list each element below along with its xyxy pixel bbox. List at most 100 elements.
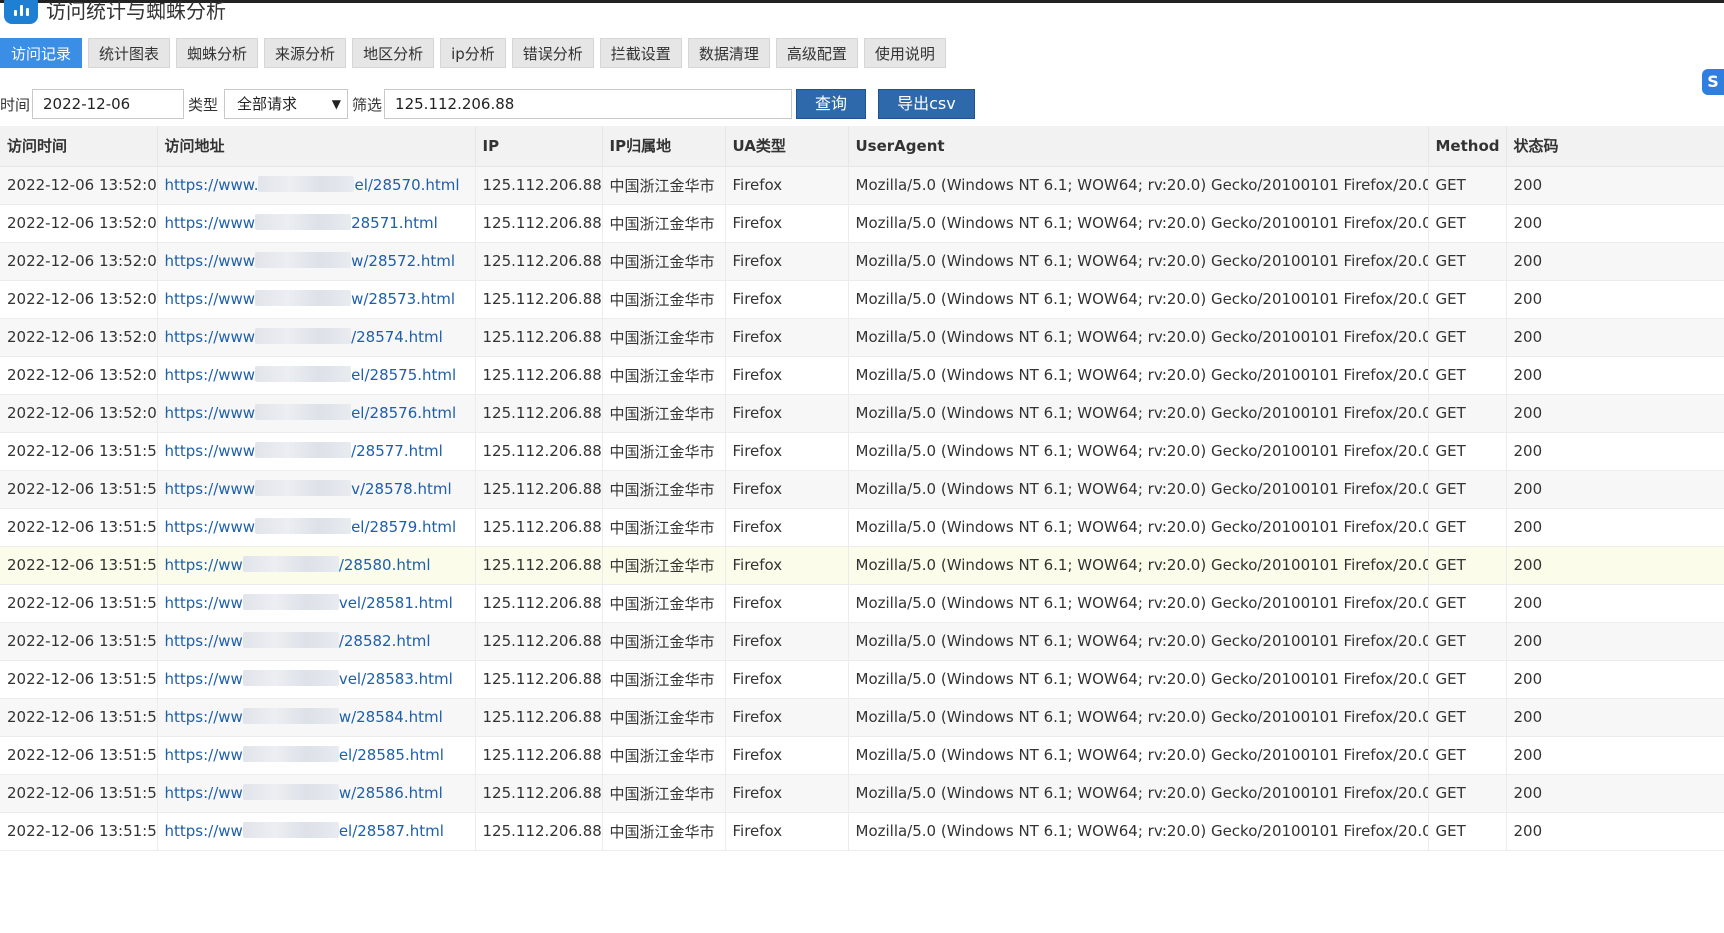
url-suffix: el/28576.html xyxy=(351,404,457,422)
tab-1[interactable]: 统计图表 xyxy=(88,38,171,68)
table-row[interactable]: 2022-12-06 13:52:05 https://www. el/28570.… xyxy=(0,166,1724,205)
ip-cell: 125.112.206.88 xyxy=(475,546,603,585)
export-csv-button[interactable]: 导出csv xyxy=(878,89,975,119)
column-header[interactable]: IP归属地 xyxy=(602,126,726,167)
table-row[interactable]: 2022-12-06 13:52:00 https://www el/28576.h… xyxy=(0,394,1724,433)
tab-2[interactable]: 蜘蛛分析 xyxy=(176,38,259,68)
table-row[interactable]: 2022-12-06 13:52:03 https://www w/28572.ht… xyxy=(0,242,1724,281)
tab-5[interactable]: ip分析 xyxy=(440,38,506,68)
url-suffix: v/28578.html xyxy=(351,480,452,498)
url-link[interactable]: https://www el/28576.html xyxy=(165,404,457,422)
url-link[interactable]: https://www. el/28570.html xyxy=(165,176,460,194)
time-cell: 2022-12-06 13:52:01 xyxy=(0,356,158,395)
column-header[interactable]: UserAgent xyxy=(848,126,1429,167)
ua-type-cell: Firefox xyxy=(725,774,849,813)
table-row[interactable]: 2022-12-06 13:51:58 https://www v/28578.ht… xyxy=(0,470,1724,509)
table-row[interactable]: 2022-12-06 13:51:56 https://ww vel/28581.h… xyxy=(0,584,1724,623)
location-cell: 中国浙江金华市 xyxy=(602,698,726,737)
ua-type-cell: Firefox xyxy=(725,812,849,851)
ip-cell: 125.112.206.88 xyxy=(475,774,603,813)
table-row[interactable]: 2022-12-06 13:52:02 https://www w/28573.ht… xyxy=(0,280,1724,319)
url-cell: https://www v/28578.html xyxy=(157,470,476,509)
location-cell: 中国浙江金华市 xyxy=(602,242,726,281)
tab-6[interactable]: 错误分析 xyxy=(511,38,594,68)
table-row[interactable]: 2022-12-06 13:51:57 https://ww/28580.html… xyxy=(0,546,1724,585)
url-link[interactable]: https://www w/28572.html xyxy=(165,252,455,270)
location-cell: 中国浙江金华市 xyxy=(602,546,726,585)
tab-3[interactable]: 来源分析 xyxy=(264,38,347,68)
ip-cell: 125.112.206.88 xyxy=(475,584,603,623)
redacted-url-segment xyxy=(242,632,339,648)
user-agent-cell: Mozilla/5.0 (Windows NT 6.1; WOW64; rv:2… xyxy=(848,622,1429,661)
url-link[interactable]: https://ww/28580.html xyxy=(165,556,431,574)
ua-type-cell: Firefox xyxy=(725,698,849,737)
url-link[interactable]: https://ww el/28587.html xyxy=(165,822,444,840)
url-cell: https://www/28574.html xyxy=(157,318,476,357)
table-row[interactable]: 2022-12-06 13:52:01 https://www el/28575.h… xyxy=(0,356,1724,395)
ip-cell: 125.112.206.88 xyxy=(475,356,603,395)
location-cell: 中国浙江金华市 xyxy=(602,394,726,433)
method-cell: GET xyxy=(1428,584,1507,623)
url-link[interactable]: https://ww/28582.html xyxy=(165,632,431,650)
column-header[interactable]: IP xyxy=(475,126,603,167)
table-row[interactable]: 2022-12-06 13:52:04 https://www 28571.html… xyxy=(0,204,1724,243)
column-header[interactable]: 访问地址 xyxy=(157,126,476,167)
ip-cell: 125.112.206.88 xyxy=(475,432,603,471)
column-header[interactable]: UA类型 xyxy=(725,126,849,167)
filter-input[interactable]: 125.112.206.88 xyxy=(384,89,793,119)
column-header[interactable]: Method xyxy=(1428,126,1507,167)
table-row[interactable]: 2022-12-06 13:51:53 https://ww el/28585.ht… xyxy=(0,736,1724,775)
query-button[interactable]: 查询 xyxy=(796,89,867,119)
table-row[interactable]: 2022-12-06 13:51:54 https://ww vel/28583.h… xyxy=(0,660,1724,699)
tab-0[interactable]: 访问记录 xyxy=(0,38,83,68)
tab-10[interactable]: 使用说明 xyxy=(863,38,946,68)
url-link[interactable]: https://www el/28575.html xyxy=(165,366,456,384)
table-row[interactable]: 2022-12-06 13:51:58 https://www el/28579.h… xyxy=(0,508,1724,547)
table-row[interactable]: 2022-12-06 13:51:52 https://ww el/28587.ht… xyxy=(0,812,1724,851)
url-link[interactable]: https://www v/28578.html xyxy=(165,480,452,498)
status-cell: 200 xyxy=(1506,470,1724,509)
url-link[interactable]: https://ww w/28586.html xyxy=(165,784,443,802)
table-row[interactable]: 2022-12-06 13:52:01 https://www/28574.htm… xyxy=(0,318,1724,357)
table-row[interactable]: 2022-12-06 13:51:52 https://ww w/28586.htm… xyxy=(0,774,1724,813)
url-link[interactable]: https://www/28574.html xyxy=(165,328,443,346)
url-link[interactable]: https://ww vel/28583.html xyxy=(165,670,453,688)
url-prefix: https://www xyxy=(164,328,256,346)
column-header[interactable]: 访问时间 xyxy=(0,126,158,167)
tab-bar: 访问记录 统计图表 蜘蛛分析 来源分析 地区分析 ip分析 错误分析 拦截设置 数据清理 高级配置… xyxy=(0,38,946,68)
time-cell: 2022-12-06 13:52:02 xyxy=(0,280,158,319)
time-cell: 2022-12-06 13:51:55 xyxy=(0,622,158,661)
status-cell: 200 xyxy=(1506,812,1724,851)
column-header[interactable]: 状态码 xyxy=(1506,126,1724,167)
url-cell: https://ww vel/28581.html xyxy=(157,584,476,623)
url-prefix: https://ww xyxy=(164,632,243,650)
method-cell: GET xyxy=(1428,432,1507,471)
url-link[interactable]: https://www w/28573.html xyxy=(164,290,455,308)
url-link[interactable]: https://ww el/28585.html xyxy=(165,746,444,764)
location-cell: 中国浙江金华市 xyxy=(602,774,726,813)
ua-type-cell: Firefox xyxy=(725,736,849,775)
location-cell: 中国浙江金华市 xyxy=(602,356,726,395)
type-select[interactable]: 全部请求 ▼ xyxy=(224,89,349,119)
tab-4[interactable]: 地区分析 xyxy=(352,38,435,68)
tab-8[interactable]: 数据清理 xyxy=(687,38,770,68)
url-link[interactable]: https://www el/28579.html xyxy=(165,518,456,536)
url-prefix: https://www xyxy=(164,290,256,308)
tab-7[interactable]: 拦截设置 xyxy=(599,38,682,68)
table-row[interactable]: 2022-12-06 13:51:55 https://ww/28582.html… xyxy=(0,622,1724,661)
url-link[interactable]: https://ww vel/28581.html xyxy=(165,594,453,612)
url-link[interactable]: https://ww w/28584.html xyxy=(165,708,443,726)
url-link[interactable]: https://www/28577.html xyxy=(165,442,443,460)
table-row[interactable]: 2022-12-06 13:51:59 https://www/28577.htm… xyxy=(0,432,1724,471)
table-row[interactable]: 2022-12-06 13:51:54 https://ww w/28584.htm… xyxy=(0,698,1724,737)
table-header-row: 访问时间 访问地址 IP IP归属地 UA类型 UserAgent Method 状态码 xyxy=(0,126,1724,167)
method-cell: GET xyxy=(1428,622,1507,661)
redacted-url-segment xyxy=(242,708,339,724)
tab-9[interactable]: 高级配置 xyxy=(775,38,858,68)
date-input[interactable]: 2022-12-06 xyxy=(32,89,185,119)
side-floating-badge-icon[interactable]: S xyxy=(1702,69,1724,95)
url-prefix: https://www xyxy=(164,442,256,460)
status-cell: 200 xyxy=(1506,356,1724,395)
url-link[interactable]: https://www 28571.html xyxy=(165,214,438,232)
location-cell: 中国浙江金华市 xyxy=(602,508,726,547)
